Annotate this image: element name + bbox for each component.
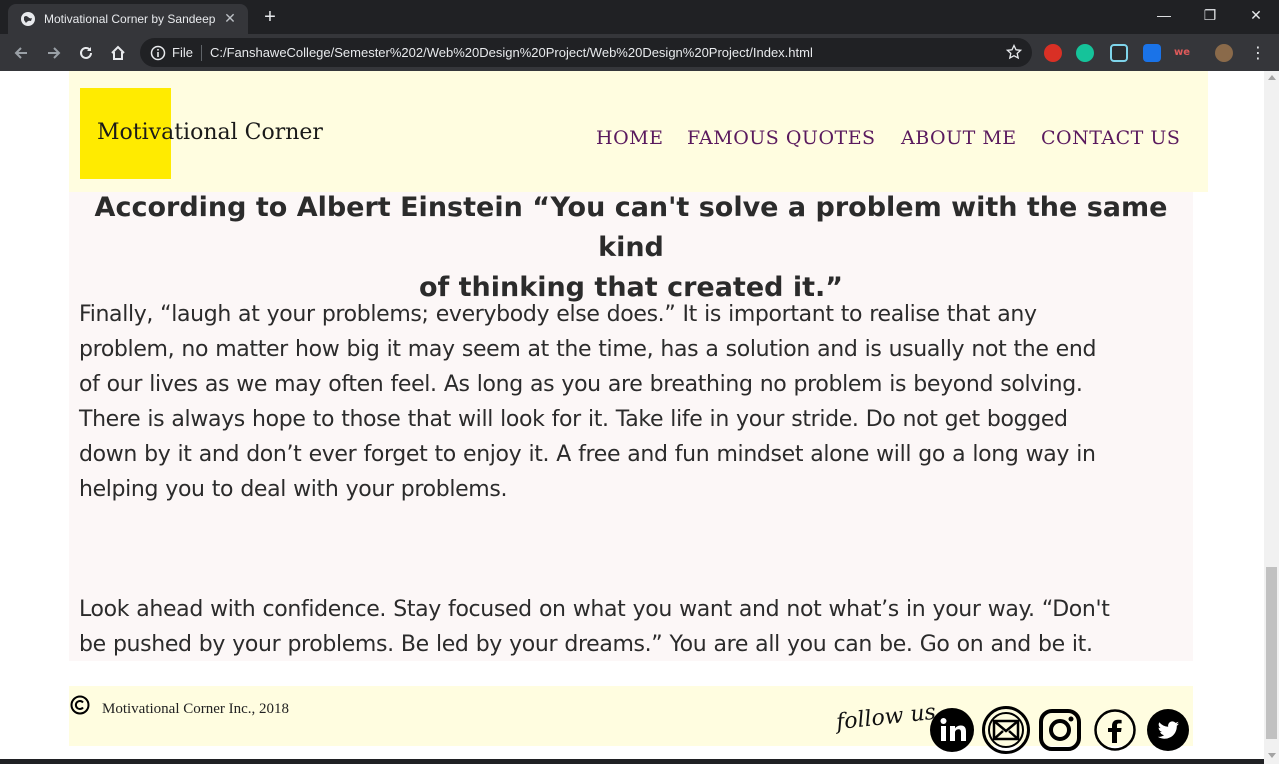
profile-avatar[interactable] bbox=[1215, 44, 1233, 62]
paragraph-line: There is always hope to those that will … bbox=[79, 407, 1068, 432]
twitter-icon[interactable] bbox=[1146, 708, 1190, 752]
tab-title: Motivational Corner by Sandeep bbox=[44, 12, 216, 26]
taskbar-edge bbox=[0, 759, 1264, 764]
url-text[interactable]: C:/FanshaweCollege/Semester%202/Web%20De… bbox=[210, 45, 813, 60]
tab-close-icon[interactable]: ✕ bbox=[222, 11, 238, 27]
home-icon bbox=[111, 45, 125, 60]
omnibox-divider bbox=[200, 44, 202, 61]
browser-toolbar: File C:/FanshaweCollege/Semester%202/Web… bbox=[0, 34, 1279, 71]
nav-about-me[interactable]: ABOUT ME bbox=[901, 127, 1017, 151]
paragraph-line: of our lives as we may often feel. As lo… bbox=[79, 372, 1083, 397]
paragraph-line: be pushed by your problems. Be led by yo… bbox=[79, 632, 1093, 657]
quote-line: According to Albert Einstein “You can't … bbox=[94, 192, 1168, 263]
linkedin-icon[interactable] bbox=[930, 708, 974, 752]
extension-screen-icon[interactable] bbox=[1143, 44, 1161, 62]
arrow-right-icon bbox=[48, 47, 61, 59]
browser-titlebar: Motivational Corner by Sandeep ✕ + — ❐ ✕ bbox=[0, 0, 1279, 34]
extension-we-icon[interactable]: we bbox=[1173, 44, 1191, 62]
globe-icon bbox=[20, 11, 36, 27]
page-viewport: Motivational Corner HOME FAMOUS QUOTES A… bbox=[0, 71, 1264, 764]
einstein-quote: According to Albert Einstein “You can't … bbox=[79, 188, 1183, 308]
scroll-down-arrow-icon[interactable] bbox=[1268, 753, 1276, 758]
page-scrollbar[interactable] bbox=[1264, 71, 1279, 764]
reload-icon bbox=[80, 46, 92, 59]
copyright-icon bbox=[70, 695, 90, 715]
paragraph-line: Finally, “laugh at your problems; everyb… bbox=[79, 302, 1037, 327]
paragraph-line: down by it and don’t ever forget to enjo… bbox=[79, 442, 1096, 467]
extension-grammarly-icon[interactable] bbox=[1076, 44, 1094, 62]
close-window-button[interactable]: ✕ bbox=[1233, 0, 1279, 30]
paragraph-line: problem, no matter how big it may seem a… bbox=[79, 337, 1097, 362]
instagram-icon[interactable] bbox=[1038, 708, 1082, 752]
paragraph-confidence: Look ahead with confidence. Stay focused… bbox=[79, 592, 1189, 662]
bookmark-star-icon[interactable] bbox=[1006, 44, 1022, 60]
nav-famous-quotes[interactable]: FAMOUS QUOTES bbox=[687, 127, 876, 151]
address-bar[interactable]: File C:/FanshaweCollege/Semester%202/Web… bbox=[140, 38, 1032, 67]
browser-tab[interactable]: Motivational Corner by Sandeep ✕ bbox=[8, 4, 248, 34]
restore-button[interactable]: ❐ bbox=[1187, 0, 1233, 30]
home-button[interactable] bbox=[106, 41, 130, 65]
facebook-icon[interactable] bbox=[1093, 708, 1137, 752]
forward-button[interactable] bbox=[42, 41, 66, 65]
paragraph-line: helping you to deal with your problems. bbox=[79, 477, 508, 502]
info-icon[interactable] bbox=[150, 45, 166, 61]
minimize-button[interactable]: — bbox=[1141, 0, 1187, 30]
email-icon[interactable] bbox=[982, 706, 1030, 754]
arrow-left-icon bbox=[14, 47, 27, 59]
scheme-label: File bbox=[172, 45, 193, 60]
copyright-text: Motivational Corner Inc., 2018 bbox=[102, 701, 290, 717]
paragraph-line: Look ahead with confidence. Stay focused… bbox=[79, 597, 1110, 622]
extension-adblock-icon[interactable] bbox=[1044, 44, 1062, 62]
menu-kebab-icon[interactable]: ⋮ bbox=[1249, 44, 1267, 62]
reload-button[interactable] bbox=[74, 41, 98, 65]
nav-home[interactable]: HOME bbox=[596, 127, 663, 151]
new-tab-button[interactable]: + bbox=[258, 6, 282, 28]
paragraph-laugh: Finally, “laugh at your problems; everyb… bbox=[79, 297, 1189, 507]
scroll-up-arrow-icon[interactable] bbox=[1268, 75, 1276, 80]
nav-contact-us[interactable]: CONTACT US bbox=[1041, 127, 1180, 151]
back-button[interactable] bbox=[9, 41, 33, 65]
extension-pen-icon[interactable] bbox=[1110, 44, 1128, 62]
scrollbar-thumb[interactable] bbox=[1266, 567, 1277, 739]
site-logo[interactable]: Motivational Corner bbox=[97, 120, 323, 145]
